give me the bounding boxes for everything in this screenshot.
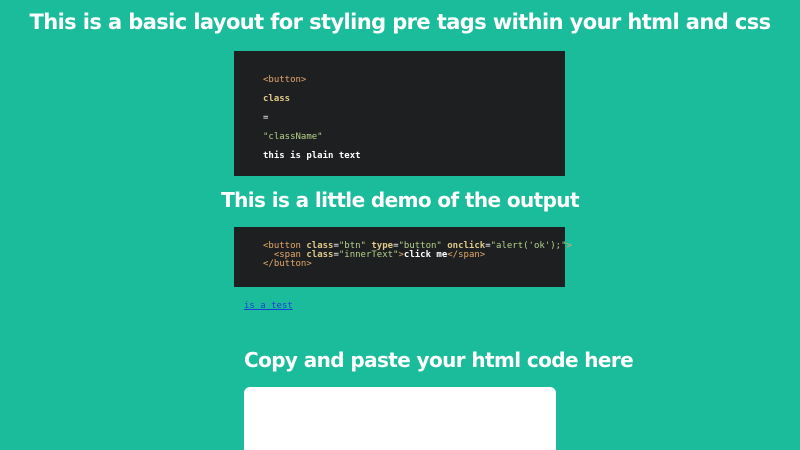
code-token-equals: = <box>263 113 269 123</box>
demo-link[interactable]: is a test <box>244 301 293 311</box>
code-line-tag: <button> <box>263 75 565 94</box>
code-line-button-close: </button> <box>263 260 565 269</box>
code-line-string: "className" <box>263 132 565 151</box>
code-token-plain: click me <box>403 250 448 260</box>
paste-title: Copy and paste your html code here <box>244 348 634 372</box>
html-code-textarea[interactable] <box>244 387 556 450</box>
code-token-string: "className" <box>263 132 323 142</box>
code-token-plain: this is plain text <box>263 151 361 161</box>
code-token-tag: </button> <box>263 259 312 269</box>
code-token-tag: > <box>566 241 572 251</box>
code-line-attr: class <box>263 94 565 113</box>
code-token-string: "alert('ok');" <box>490 241 567 251</box>
code-token-string: "innerText" <box>338 250 399 260</box>
code-token-tag: <button> <box>263 75 307 85</box>
demo-title: This is a little demo of the output <box>221 188 579 212</box>
code-block-syntax-sample: <button> class = "className" this is plain t… <box>234 51 565 176</box>
code-line-plain: this is plain text <box>263 151 565 170</box>
code-line-equals: = <box>263 113 565 132</box>
page-title: This is a basic layout for styling pre t… <box>29 10 772 34</box>
code-token-attr: class <box>263 94 291 104</box>
code-token-tag: </span> <box>447 250 486 260</box>
code-block-demo-output: <button class="btn" type="button" onclic… <box>234 227 572 287</box>
